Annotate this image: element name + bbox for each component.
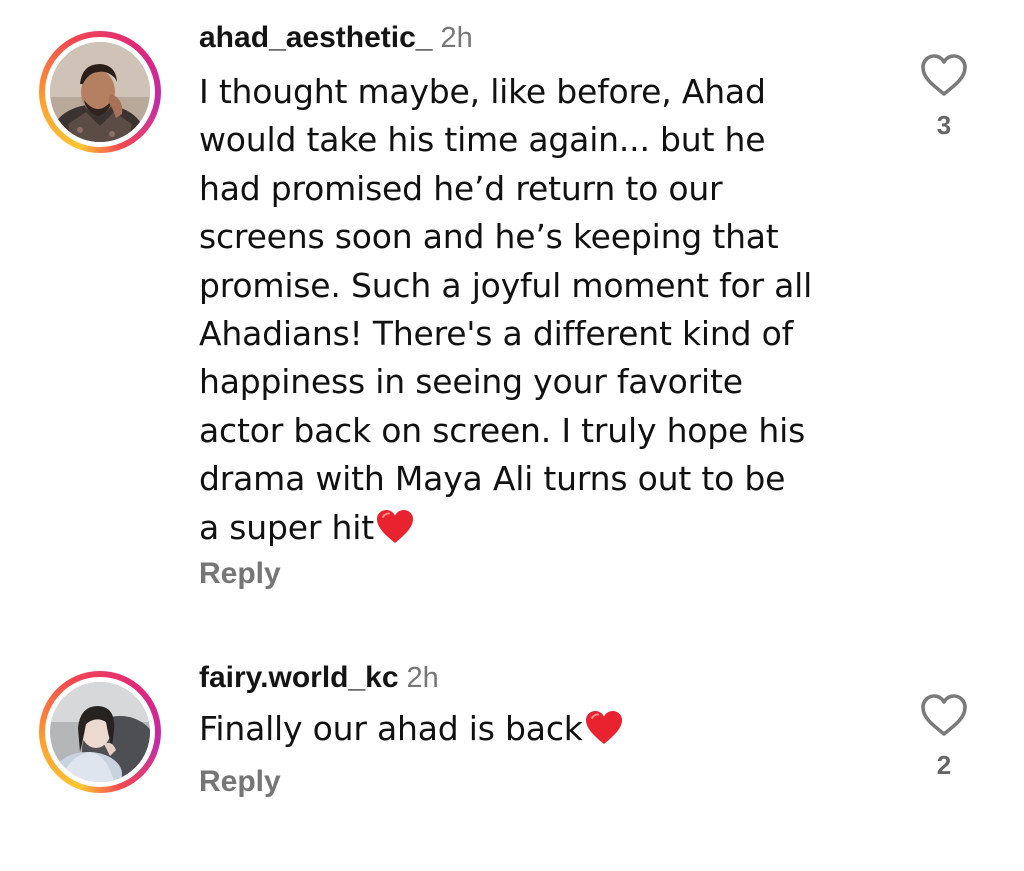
red-heart-emoji-icon <box>585 711 622 744</box>
comment-text-line: drama with Maya Ali turns out to be <box>199 459 786 499</box>
heart-outline-icon[interactable] <box>919 52 969 98</box>
like-count: 3 <box>936 110 952 140</box>
comment-text-segment: a super hit <box>199 507 374 547</box>
comment-header: ahad_aesthetic_ 2h <box>199 18 473 58</box>
avatar[interactable] <box>50 682 150 782</box>
comment-item: fairy.world_kc 2h Finally our ahad is bac… <box>0 640 1024 840</box>
avatar[interactable] <box>50 42 150 142</box>
avatar-story-ring[interactable] <box>39 671 161 793</box>
avatar-photo <box>50 42 150 142</box>
comment-timestamp: 2h <box>406 662 439 694</box>
comment-text-line-last: a super hit <box>199 504 849 552</box>
username-link[interactable]: fairy.world_kc <box>199 661 399 694</box>
comment-text-line: Ahadians! There's a different kind of <box>199 314 794 354</box>
comment-text-line-last: Finally our ahad is back <box>199 705 849 753</box>
comment-header: fairy.world_kc 2h <box>199 658 439 698</box>
comment-item: ahad_aesthetic_ 2h I thought maybe, like … <box>0 0 1024 620</box>
comment-text-line: I thought maybe, like before, Ahad <box>199 72 766 111</box>
comment-text-line: screens soon and he’s keeping that <box>199 217 779 257</box>
avatar-story-ring[interactable] <box>39 31 161 153</box>
comment-timestamp: 2h <box>440 22 473 54</box>
username-link[interactable]: ahad_aesthetic_ <box>199 21 432 54</box>
comment-text-line: happiness in seeing your favorite <box>199 362 743 402</box>
comment-text: Finally our ahad is back <box>199 705 849 753</box>
avatar-photo <box>50 682 150 782</box>
comment-text-line: promise. Such a joyful moment for all <box>199 265 813 305</box>
heart-outline-icon[interactable] <box>919 692 969 738</box>
red-heart-emoji-icon <box>376 509 413 543</box>
like-count: 2 <box>936 750 952 780</box>
comment-text-line: actor back on screen. I truly hope his <box>199 410 806 450</box>
reply-button[interactable]: Reply <box>199 765 281 799</box>
comment-text-line: had promised he’d return to our <box>199 168 723 208</box>
comment-text-segment: Finally our ahad is back <box>199 709 583 748</box>
comment-text-line: would take his time again... but he <box>199 120 766 160</box>
reply-button[interactable]: Reply <box>199 557 281 591</box>
comment-text: I thought maybe, like before, Ahad would… <box>199 68 849 552</box>
